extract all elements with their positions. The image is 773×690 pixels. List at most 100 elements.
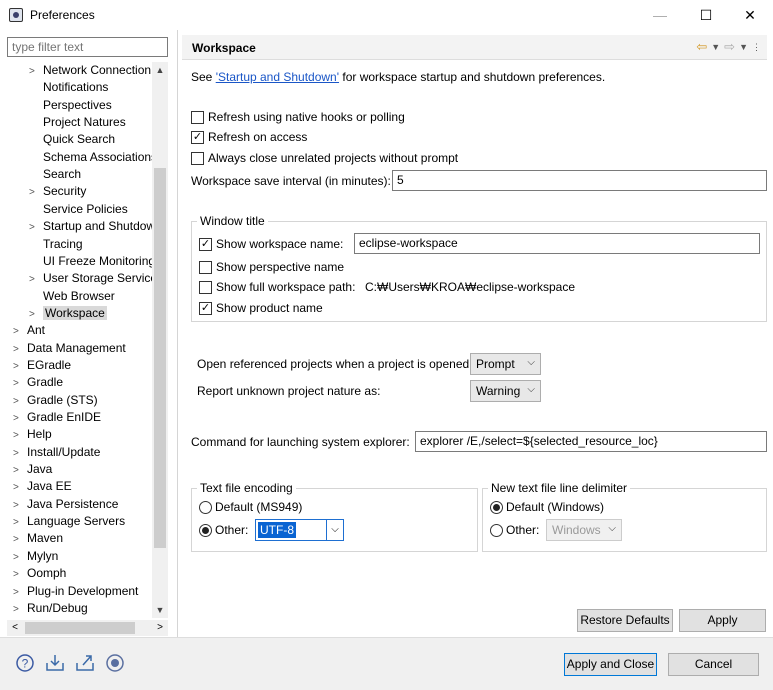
tree-item[interactable]: Service Policies [29,201,128,218]
back-menu-chevron-icon[interactable]: ▼ [711,39,720,55]
expand-arrow-icon[interactable]: > [13,479,27,496]
tree-item[interactable]: > Run/Debug [13,600,88,617]
encoding-select[interactable]: UTF-8 ⌵ [255,519,344,541]
startup-shutdown-link[interactable]: 'Startup and Shutdown' [216,70,339,84]
apply-and-close-button[interactable]: Apply and Close [564,653,657,676]
expand-arrow-icon[interactable]: > [13,427,27,444]
expand-arrow-icon[interactable]: > [29,63,43,80]
expand-arrow-icon[interactable]: > [13,549,27,566]
expand-arrow-icon[interactable]: > [13,341,27,358]
expand-arrow-icon[interactable]: > [13,514,27,531]
open-referenced-select[interactable]: Prompt ⌵ [470,353,541,375]
encoding-other-radio[interactable]: Other: [199,521,248,539]
refresh-native-checkbox[interactable]: Refresh using native hooks or polling [191,108,405,126]
expand-arrow-icon[interactable]: > [13,566,27,583]
restore-defaults-button[interactable]: Restore Defaults [577,609,673,632]
expand-arrow-icon[interactable]: > [13,531,27,548]
radio-icon[interactable] [490,500,503,514]
expand-arrow-icon[interactable]: > [13,462,27,479]
expand-arrow-icon[interactable]: > [29,219,43,236]
minimize-button[interactable]: — [637,0,683,30]
refresh-access-checkbox[interactable]: ✓ Refresh on access [191,128,307,146]
delimiter-select[interactable]: Windows ⌵ [546,519,622,541]
explorer-command-input[interactable]: explorer /E,/select=${selected_resource_… [415,431,767,452]
tree-item[interactable]: > Startup and Shutdow [29,218,155,235]
tree-item[interactable]: > Java Persistence [13,496,118,513]
tree-item[interactable]: Tracing [29,236,83,253]
scroll-thumb[interactable] [154,168,166,548]
checkbox-icon[interactable] [191,151,204,165]
report-nature-select[interactable]: Warning ⌵ [470,380,541,402]
close-button[interactable]: ✕ [727,0,773,30]
expand-arrow-icon[interactable]: > [13,584,27,601]
filter-input[interactable] [7,37,168,57]
tree-item[interactable]: Quick Search [29,131,115,148]
apply-button[interactable]: Apply [679,609,766,632]
radio-icon[interactable] [199,523,212,537]
show-product-checkbox[interactable]: ✓ Show product name [199,299,323,317]
view-menu-icon[interactable]: ⋮ [752,39,761,55]
maximize-button[interactable]: ☐ [683,0,729,30]
always-close-checkbox[interactable]: Always close unrelated projects without … [191,149,458,167]
expand-arrow-icon[interactable]: > [29,184,43,201]
tree-item[interactable]: > EGradle [13,357,71,374]
forward-arrow-icon[interactable]: ⇨ [724,39,735,55]
checkbox-icon[interactable]: ✓ [199,301,212,315]
delimiter-default-radio[interactable]: Default (Windows) [490,498,604,516]
checkbox-icon[interactable] [191,110,204,124]
checkbox-icon[interactable] [199,260,212,274]
tree-item[interactable]: Search [29,166,81,183]
expand-arrow-icon[interactable]: > [13,323,27,340]
tree-item[interactable]: > Plug-in Development [13,583,138,600]
expand-arrow-icon[interactable]: > [29,271,43,288]
panel-divider[interactable] [177,30,178,637]
show-full-path-checkbox[interactable]: Show full workspace path: [199,278,355,296]
radio-icon[interactable] [199,500,212,514]
tree-vertical-scrollbar[interactable]: ▲ ▼ [152,62,168,618]
tree-item[interactable]: Notifications [29,79,108,96]
export-icon[interactable] [75,653,95,673]
scroll-up-icon[interactable]: ▲ [152,62,168,78]
encoding-default-radio[interactable]: Default (MS949) [199,498,302,516]
checkbox-icon[interactable] [199,280,212,294]
tree-item[interactable]: > Gradle [13,374,63,391]
expand-arrow-icon[interactable]: > [13,410,27,427]
tree-item[interactable]: > Gradle (STS) [13,392,98,409]
tree-item[interactable]: Perspectives [29,97,112,114]
tree-item[interactable]: > Workspace [29,305,107,322]
tree-item[interactable]: > Java [13,461,52,478]
checkbox-icon[interactable]: ✓ [199,237,212,251]
tree-item[interactable]: > Gradle EnIDE [13,409,101,426]
tree-item[interactable]: > Install/Update [13,444,100,461]
record-icon[interactable] [105,653,125,673]
save-interval-input[interactable]: 5 [392,170,767,191]
tree-item[interactable]: > Java EE [13,478,72,495]
tree-item[interactable]: Project Natures [29,114,126,131]
expand-arrow-icon[interactable]: > [13,358,27,375]
tree-item[interactable]: > Help [13,426,52,443]
tree-item[interactable]: > Ant [13,322,45,339]
tree-item[interactable]: > Oomph [13,565,66,582]
tree-item[interactable]: > Language Servers [13,513,125,530]
expand-arrow-icon[interactable]: > [13,601,27,618]
expand-arrow-icon[interactable]: > [29,306,43,323]
hscroll-thumb[interactable] [25,622,135,634]
tree-item[interactable]: > Security [29,183,86,200]
tree-horizontal-scrollbar[interactable]: < > [7,620,168,636]
scroll-down-icon[interactable]: ▼ [152,602,168,618]
workspace-name-input[interactable]: eclipse-workspace [354,233,760,254]
forward-menu-chevron-icon[interactable]: ▼ [739,39,748,55]
show-perspective-checkbox[interactable]: Show perspective name [199,258,344,276]
scroll-left-icon[interactable]: < [7,620,23,636]
expand-arrow-icon[interactable]: > [13,445,27,462]
help-icon[interactable]: ? [15,653,35,673]
chevron-down-icon[interactable]: ⌵ [326,520,343,540]
expand-arrow-icon[interactable]: > [13,375,27,392]
delimiter-other-radio[interactable]: Other: [490,521,539,539]
tree-item[interactable]: Schema Associations [29,149,157,166]
back-arrow-icon[interactable]: ⇦ [696,39,707,55]
expand-arrow-icon[interactable]: > [13,393,27,410]
tree-item[interactable]: Web Browser [29,288,115,305]
tree-item[interactable]: > Maven [13,530,63,547]
tree-item[interactable]: > User Storage Service [29,270,157,287]
